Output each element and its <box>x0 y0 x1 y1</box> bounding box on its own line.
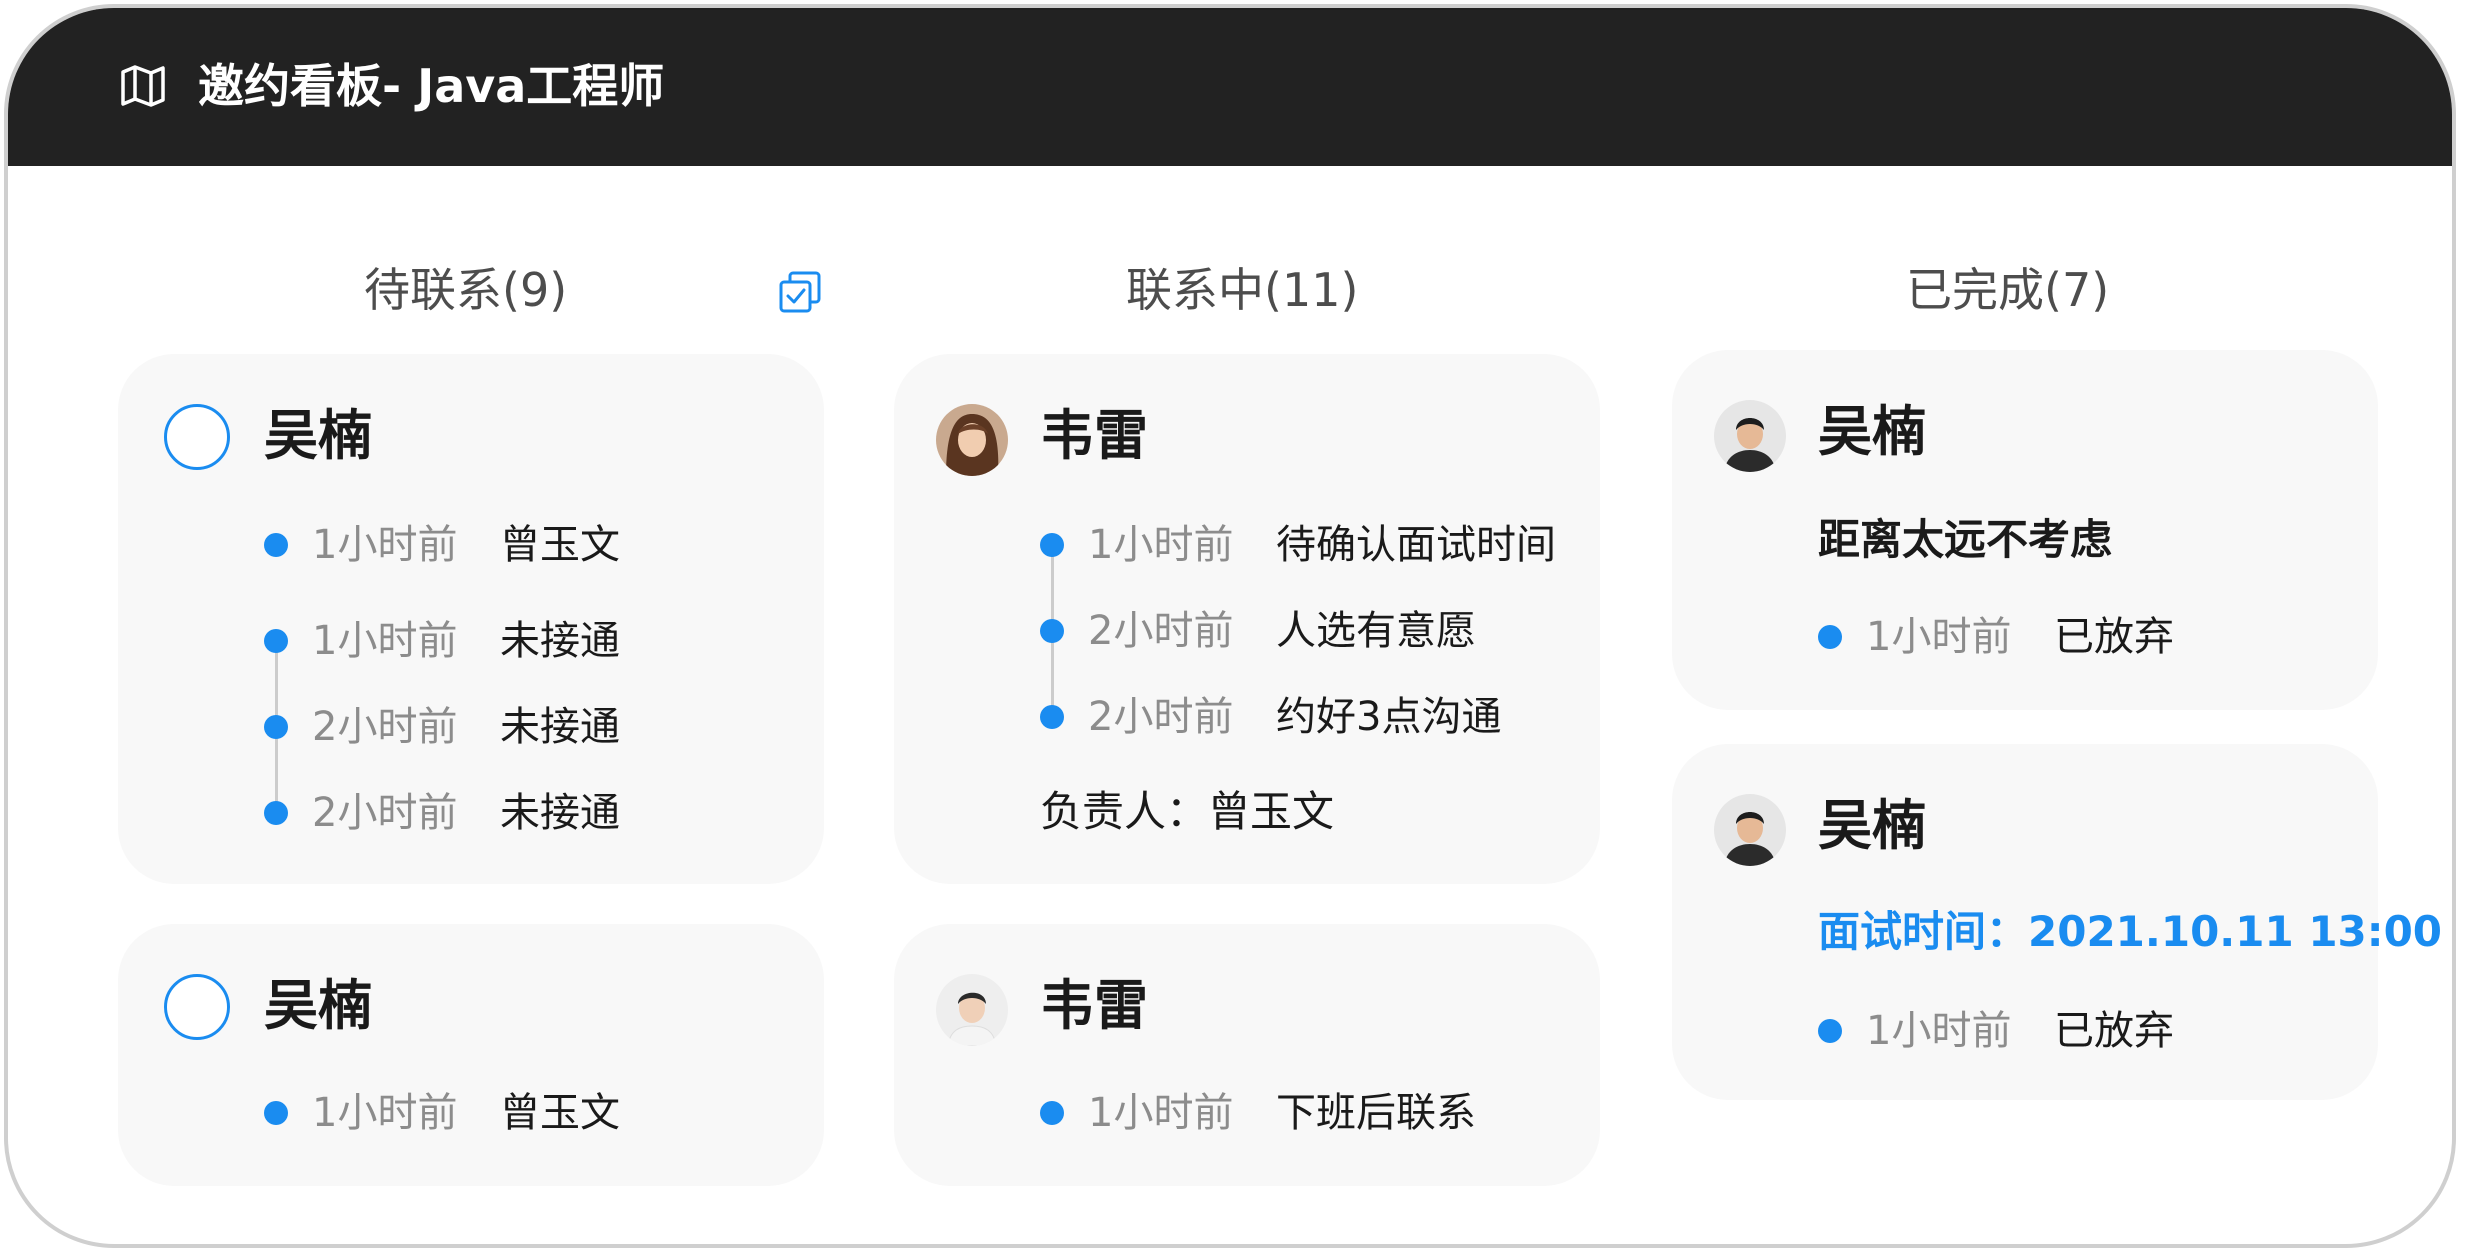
avatar <box>936 974 1008 1046</box>
timeline-dot <box>264 533 288 557</box>
entry-action: 已放弃 <box>2054 614 2174 660</box>
candidate-card[interactable]: 吴楠 1小时前 曾玉文 <box>118 924 824 1186</box>
entry-action: 下班后联系 <box>1276 1090 1476 1136</box>
candidate-card[interactable]: 韦雷 1小时前 待确认面试时间 2小时前 人选有意愿 2小时前 约好3点沟通 负… <box>894 354 1600 884</box>
timeline-dot <box>1040 705 1064 729</box>
avatar <box>1714 794 1786 866</box>
entry-time: 2小时前 <box>312 790 458 836</box>
candidate-name: 韦雷 <box>1040 974 1148 1037</box>
candidate-name: 韦雷 <box>1040 404 1148 467</box>
entry-time: 1小时前 <box>312 1090 458 1136</box>
avatar <box>936 404 1008 476</box>
select-checkbox[interactable] <box>164 404 230 470</box>
candidate-name: 吴楠 <box>1818 794 1926 857</box>
entry-time: 2小时前 <box>1088 608 1234 654</box>
entry-action: 曾玉文 <box>500 1090 620 1136</box>
entry-time: 1小时前 <box>1088 1090 1234 1136</box>
board-window: 邀约看板- Java工程师 待联系(9) 联系中(11) 已完成(7) 吴楠 1… <box>4 4 2456 1248</box>
entry-action: 约好3点沟通 <box>1276 694 1502 740</box>
column-header-contacting: 联系中(11) <box>1126 263 1359 317</box>
timeline-dot <box>1818 625 1842 649</box>
candidate-name: 吴楠 <box>264 974 372 1037</box>
entry-time: 1小时前 <box>312 618 458 664</box>
column-header-completed: 已完成(7) <box>1906 263 2110 317</box>
interview-time: 面试时间：2021.10.11 13:00 <box>1818 907 2443 956</box>
entry-action: 曾玉文 <box>500 522 620 568</box>
entry-action: 待确认面试时间 <box>1276 522 1556 568</box>
entry-action: 未接通 <box>500 790 620 836</box>
timeline-dot <box>1818 1019 1842 1043</box>
candidate-name: 吴楠 <box>264 404 372 467</box>
entry-time: 1小时前 <box>1088 522 1234 568</box>
entry-time: 2小时前 <box>312 704 458 750</box>
timeline-dot <box>264 629 288 653</box>
title-bar: 邀约看板- Java工程师 <box>8 8 2452 166</box>
timeline-dot <box>1040 619 1064 643</box>
entry-time: 1小时前 <box>1866 614 2012 660</box>
select-all-icon[interactable] <box>778 270 822 314</box>
entry-time: 1小时前 <box>312 522 458 568</box>
timeline-dot <box>264 801 288 825</box>
candidate-card[interactable]: 吴楠 1小时前 曾玉文 1小时前 未接通 2小时前 未接通 2小时前 未接通 <box>118 354 824 884</box>
candidate-card[interactable]: 韦雷 1小时前 下班后联系 <box>894 924 1600 1186</box>
entry-action: 已放弃 <box>2054 1008 2174 1054</box>
entry-action: 未接通 <box>500 704 620 750</box>
map-icon <box>121 65 165 107</box>
timeline-dot <box>1040 533 1064 557</box>
status-note: 距离太远不考虑 <box>1818 515 2113 564</box>
timeline-dot <box>1040 1101 1064 1125</box>
candidate-card[interactable]: 吴楠 面试时间：2021.10.11 13:00 1小时前 已放弃 <box>1672 744 2442 1100</box>
page-title: 邀约看板- Java工程师 <box>198 59 665 113</box>
entry-time: 2小时前 <box>1088 694 1234 740</box>
select-checkbox[interactable] <box>164 974 230 1040</box>
timeline-dot <box>264 1101 288 1125</box>
entry-action: 人选有意愿 <box>1276 608 1476 654</box>
owner-label: 负责人：曾玉文 <box>1040 787 1335 836</box>
entry-time: 1小时前 <box>1866 1008 2012 1054</box>
candidate-name: 吴楠 <box>1818 400 1926 463</box>
timeline-dot <box>264 715 288 739</box>
entry-action: 未接通 <box>500 618 620 664</box>
column-header-pending: 待联系(9) <box>364 263 568 317</box>
avatar <box>1714 400 1786 472</box>
candidate-card[interactable]: 吴楠 距离太远不考虑 1小时前 已放弃 <box>1672 350 2378 710</box>
